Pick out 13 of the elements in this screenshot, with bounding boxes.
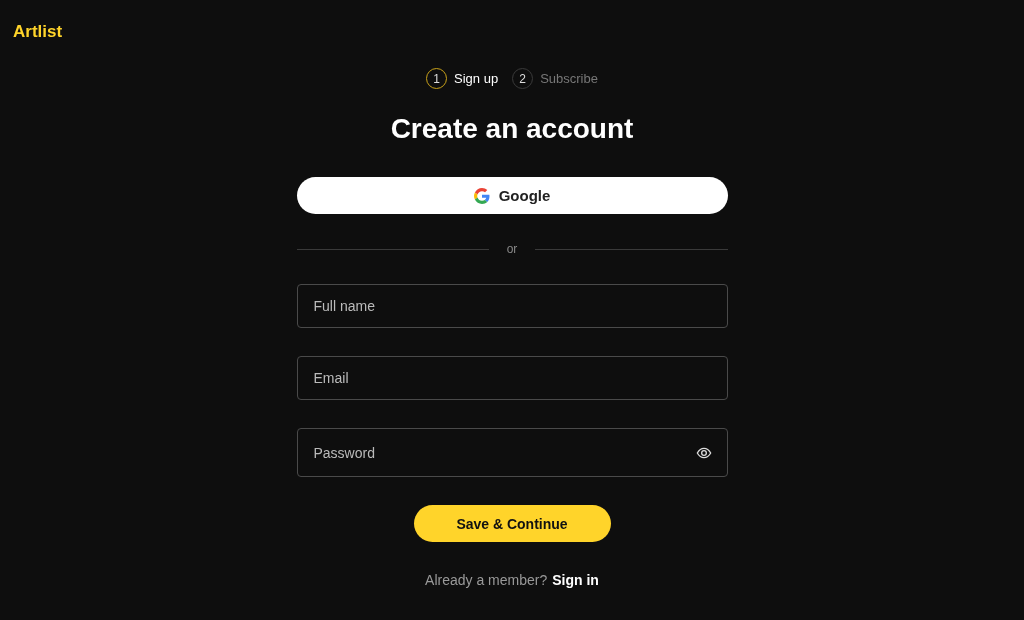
sign-in-link[interactable]: Sign in (552, 572, 599, 588)
input-field[interactable]: Full name (296, 284, 728, 328)
step-label: Subscribe (540, 71, 598, 86)
input-field[interactable]: Password (296, 428, 728, 477)
step-label: Sign up (454, 71, 499, 86)
page-title: Create an account (390, 113, 634, 145)
google-button[interactable]: Google (296, 177, 728, 214)
logo[interactable]: Artlist (13, 22, 63, 41)
save-continue-button[interactable]: Save & Continue (413, 505, 611, 542)
input-field[interactable]: Email (296, 356, 728, 400)
google-icon (473, 187, 490, 204)
member-prompt: Already a member? (425, 572, 548, 588)
divider-label: or (505, 242, 519, 256)
